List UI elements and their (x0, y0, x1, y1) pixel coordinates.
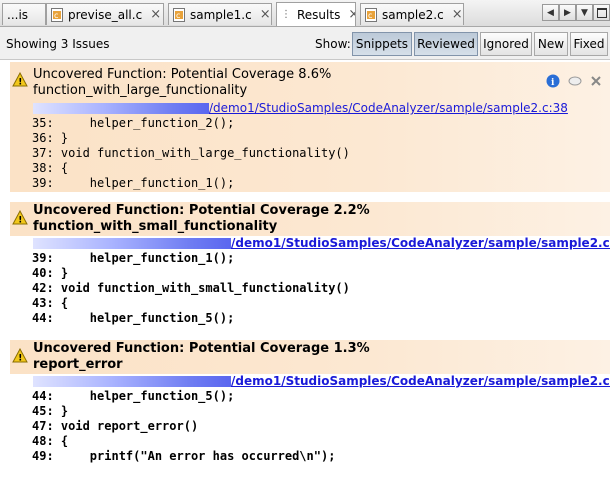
issues-list: ! Uncovered Function: Potential Coverage… (0, 60, 610, 483)
code-line: 40: } (32, 266, 69, 280)
c-file-icon: c (365, 7, 378, 22)
minimize-icon[interactable] (568, 76, 582, 86)
tab-label: Results (297, 7, 341, 22)
code-line: 42: void function_with_small_functionali… (32, 281, 350, 295)
function-name: report_error (33, 357, 123, 372)
close-icon[interactable] (590, 75, 602, 87)
issue-title: Uncovered Function: Potential Coverage 2… (33, 203, 370, 218)
tab-overflow[interactable]: ...is (2, 3, 46, 25)
info-icon[interactable]: i (546, 74, 560, 88)
editor-tab-bar: ...is c previse_all.c × c sample1.c × ⋮ … (0, 0, 610, 27)
code-line: 43: { (32, 296, 69, 310)
function-name: function_with_large_functionality (33, 83, 248, 98)
file-location-link[interactable]: /demo1/StudioSamples/CodeAnalyzer/sample… (231, 236, 610, 250)
issue-title: Uncovered Function: Potential Coverage 8… (33, 67, 332, 82)
code-line: 47: void report_error() (32, 419, 199, 433)
reviewed-toggle[interactable]: Reviewed (414, 32, 478, 56)
warning-icon: ! (12, 72, 28, 87)
close-icon[interactable]: × (452, 7, 463, 22)
redacted-path (33, 103, 209, 114)
tab-label: previse_all.c (68, 7, 143, 22)
button-label: Fixed (573, 37, 605, 51)
code-line: 44: helper_function_5(); (32, 389, 235, 403)
source-link[interactable]: /demo1/StudioSamples/CodeAnalyzer/sample… (33, 236, 610, 251)
maximize-window-button[interactable] (593, 4, 610, 21)
tab-label: sample1.c (190, 7, 252, 22)
issue-actions: i (546, 74, 602, 88)
svg-text:!: ! (18, 216, 22, 226)
fixed-toggle[interactable]: Fixed (570, 32, 608, 56)
code-line: 44: helper_function_5(); (32, 311, 235, 325)
code-snippet: 35: helper_function_2(); 36: } 37: void fu… (32, 116, 350, 191)
results-toolbar: Showing 3 Issues Show: Snippets Reviewed… (0, 27, 610, 60)
code-line: 45: } (32, 404, 69, 418)
ignored-toggle[interactable]: Ignored (480, 32, 532, 56)
code-line: 49: printf("An error has occurred\n"); (32, 449, 336, 463)
svg-text:i: i (551, 78, 555, 88)
warning-icon: ! (12, 348, 28, 363)
triangle-right-icon: ▶ (564, 7, 571, 18)
code-line: 37: void function_with_large_functionali… (32, 146, 350, 160)
tab-list-button[interactable]: ▼ (576, 4, 593, 21)
new-toggle[interactable]: New (534, 32, 568, 56)
button-label: Reviewed (417, 37, 475, 51)
redacted-path (33, 376, 231, 387)
code-snippet: 44: helper_function_5(); 45: } 47: void re… (32, 389, 335, 464)
triangle-down-icon: ▼ (581, 7, 588, 18)
svg-text:!: ! (18, 78, 22, 88)
warning-icon: ! (12, 210, 28, 225)
button-label: Snippets (355, 37, 409, 51)
window-icon (596, 7, 607, 18)
issue-card[interactable]: ! Uncovered Function: Potential Coverage… (10, 340, 610, 470)
function-name: function_with_small_functionality (33, 219, 278, 234)
tab-sample2[interactable]: c sample2.c × (360, 3, 464, 25)
scroll-tabs-right-button[interactable]: ▶ (559, 4, 576, 21)
issue-card[interactable]: ! Uncovered Function: Potential Coverage… (10, 202, 610, 332)
c-file-icon: c (51, 7, 64, 22)
redacted-path (33, 238, 231, 249)
button-label: Ignored (483, 37, 529, 51)
tab-label: ...is (7, 7, 29, 22)
scroll-tabs-left-button[interactable]: ◀ (542, 4, 559, 21)
code-line: 39: helper_function_1(); (32, 251, 235, 265)
source-link[interactable]: /demo1/StudioSamples/CodeAnalyzer/sample… (33, 101, 568, 116)
code-snippet: 39: helper_function_1(); 40: } 42: void fu… (32, 251, 350, 326)
button-label: New (537, 37, 565, 51)
close-icon[interactable]: × (150, 7, 161, 22)
show-filter-label: Show: (315, 37, 351, 51)
file-location-link[interactable]: /demo1/StudioSamples/CodeAnalyzer/sample… (231, 374, 610, 388)
tab-sample1[interactable]: c sample1.c × (168, 3, 272, 25)
code-line: 38: { (32, 161, 69, 175)
issue-count-label: Showing 3 Issues (6, 37, 110, 51)
snippets-toggle[interactable]: Snippets (352, 32, 412, 56)
svg-text:!: ! (18, 354, 22, 364)
tab-previse-all[interactable]: c previse_all.c × (46, 3, 164, 25)
code-line: 36: } (32, 131, 69, 145)
svg-text:c: c (54, 11, 58, 20)
source-link[interactable]: /demo1/StudioSamples/CodeAnalyzer/sample… (33, 374, 610, 389)
results-icon: ⋮ (281, 9, 291, 20)
tab-label: sample2.c (382, 7, 444, 22)
code-line: 48: { (32, 434, 69, 448)
svg-text:c: c (368, 11, 372, 20)
issue-title: Uncovered Function: Potential Coverage 1… (33, 341, 370, 356)
issue-card[interactable]: ! Uncovered Function: Potential Coverage… (10, 62, 610, 192)
c-file-icon: c (173, 7, 186, 22)
triangle-left-icon: ◀ (547, 7, 554, 18)
svg-text:c: c (176, 11, 180, 20)
code-line: 39: helper_function_1(); (32, 176, 235, 190)
file-location-link[interactable]: /demo1/StudioSamples/CodeAnalyzer/sample… (209, 101, 568, 115)
code-line: 35: helper_function_2(); (32, 116, 235, 130)
close-icon[interactable]: × (348, 7, 355, 22)
tab-results[interactable]: ⋮ Results × (276, 2, 356, 26)
close-icon[interactable]: × (260, 7, 271, 22)
